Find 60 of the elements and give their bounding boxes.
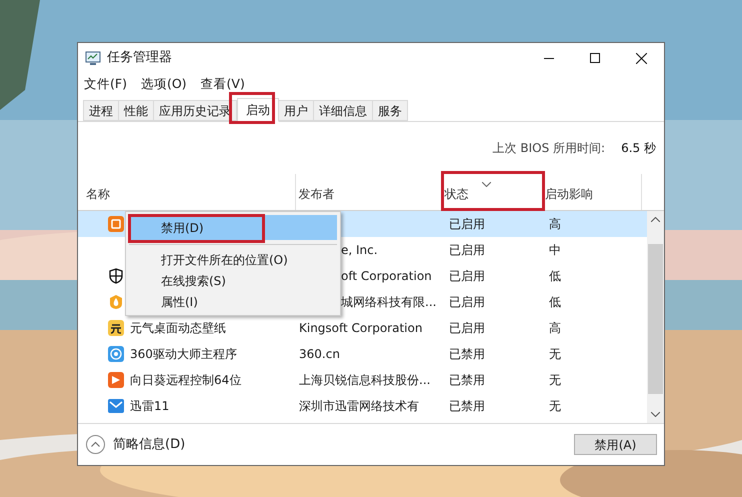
table-cell: 已启用 bbox=[449, 217, 485, 231]
tab[interactable]: 性能 bbox=[119, 100, 154, 121]
tab[interactable]: 用户 bbox=[279, 100, 314, 121]
menu-item[interactable]: 属性(I) bbox=[129, 291, 337, 312]
app-icon bbox=[108, 216, 124, 232]
scroll-up-icon[interactable] bbox=[651, 217, 660, 222]
table-cell: 低 bbox=[549, 269, 561, 283]
fewer-details-link[interactable]: 简略信息(D) bbox=[113, 434, 186, 454]
scroll-thumb[interactable] bbox=[648, 244, 663, 394]
play-icon bbox=[108, 372, 124, 388]
chevron-up-circle-icon[interactable] bbox=[86, 435, 105, 454]
table-cell: 已启用 bbox=[449, 295, 485, 309]
menu-item[interactable]: 禁用(D) bbox=[129, 215, 337, 240]
table-cell-text: 元气桌面动态壁纸 bbox=[130, 320, 226, 337]
monitor-icon bbox=[85, 50, 101, 66]
table-cell: 低 bbox=[549, 295, 561, 309]
menu-item[interactable]: 在线搜索(S) bbox=[129, 270, 337, 291]
scrollbar[interactable] bbox=[647, 211, 664, 423]
table-cell: 无 bbox=[549, 399, 561, 413]
column-header[interactable]: 名称 bbox=[84, 174, 296, 210]
app-icon bbox=[108, 320, 124, 336]
table-cell-text: 城网络科技有限... bbox=[341, 294, 436, 311]
table-cell: 无 bbox=[549, 373, 561, 387]
table-cell: 已启用 bbox=[449, 321, 485, 335]
close-icon[interactable] bbox=[636, 52, 646, 64]
disable-button[interactable]: 禁用(A) bbox=[574, 434, 657, 455]
bios-time-value: 6.5 秒 bbox=[621, 140, 656, 157]
table-cell-text: 360驱动大师主程序 bbox=[130, 346, 237, 363]
tab[interactable]: 服务 bbox=[373, 100, 408, 121]
table-cell-text: 迅雷11 bbox=[130, 398, 170, 415]
tab[interactable]: 进程 bbox=[83, 100, 119, 121]
flame-icon bbox=[108, 294, 124, 310]
menu-item[interactable]: 查看(V) bbox=[200, 75, 245, 94]
table-cell: 无 bbox=[549, 347, 561, 361]
bios-time-label: 上次 BIOS 所用时间: bbox=[492, 140, 606, 157]
table-cell: 已禁用 bbox=[449, 399, 485, 413]
mail-icon bbox=[108, 398, 124, 414]
tab[interactable]: 应用历史记录 bbox=[154, 100, 237, 121]
table-cell: 已禁用 bbox=[449, 373, 485, 387]
table-cell-text: 深圳市迅雷网络技术有 bbox=[299, 398, 419, 415]
window-title: 任务管理器 bbox=[107, 49, 172, 68]
table-cell: 已禁用 bbox=[449, 347, 485, 361]
scroll-down-icon[interactable] bbox=[651, 412, 660, 417]
table-cell-text: 上海贝锐信息科技股份... bbox=[299, 372, 430, 389]
table-cell-text: oft Corporation bbox=[341, 268, 432, 285]
table-cell: 已启用 bbox=[449, 243, 485, 257]
table-cell: 已启用 bbox=[449, 269, 485, 283]
table-cell-text: Kingsoft Corporation bbox=[299, 320, 422, 337]
table-cell-text: 360.cn bbox=[299, 346, 340, 363]
table-cell-text: e, Inc. bbox=[341, 242, 378, 259]
table-cell: 高 bbox=[549, 217, 561, 231]
tab[interactable]: 详细信息 bbox=[314, 100, 373, 121]
table-cell: 中 bbox=[549, 243, 561, 257]
disc-icon bbox=[108, 346, 124, 362]
menu-item[interactable]: 选项(O) bbox=[140, 75, 187, 94]
table-cell: 高 bbox=[549, 321, 561, 335]
table-cell-text: 向日葵远程控制64位 bbox=[130, 372, 242, 389]
maximize-icon[interactable] bbox=[590, 53, 600, 63]
menu-item[interactable]: 文件(F) bbox=[84, 75, 127, 94]
shield-icon bbox=[108, 268, 124, 284]
